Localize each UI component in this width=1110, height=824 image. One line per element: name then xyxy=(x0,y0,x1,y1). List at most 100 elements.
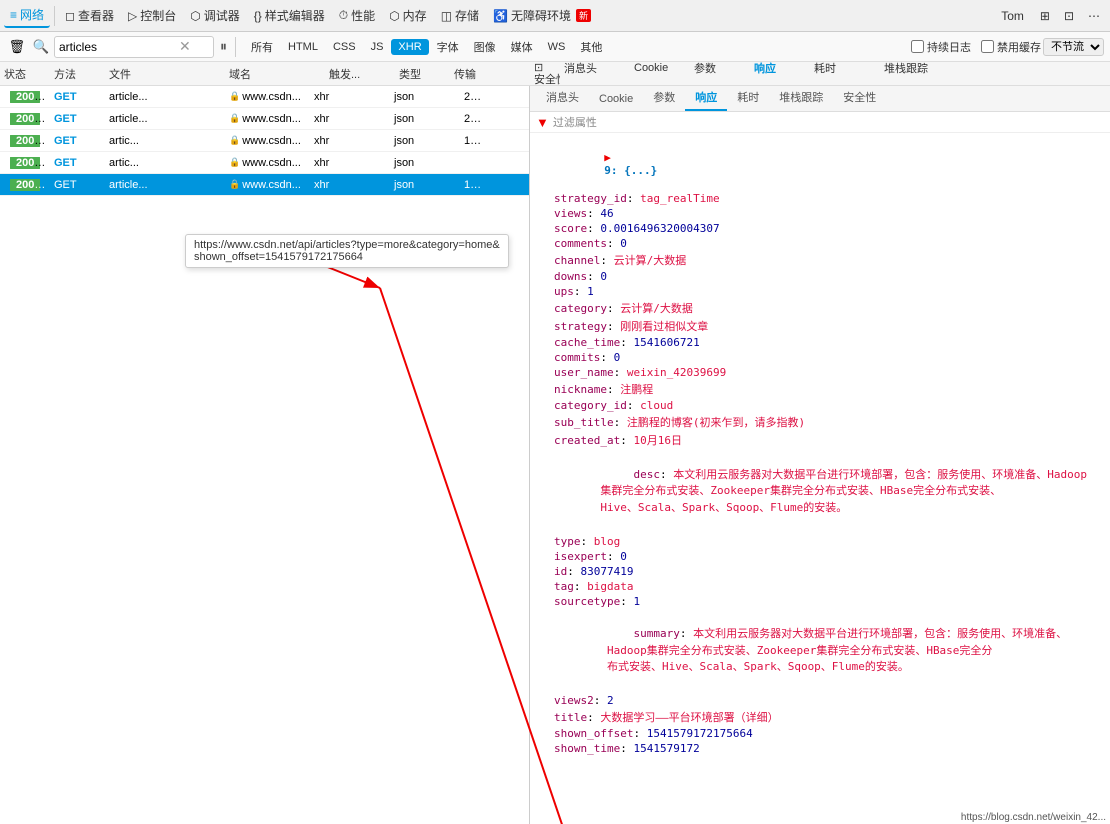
filter-font[interactable]: 字体 xyxy=(430,37,466,57)
json-field-created_at: created_at: 10月16日 xyxy=(554,431,1102,449)
filter-ws[interactable]: WS xyxy=(541,39,573,55)
dock-button[interactable]: ⊞ xyxy=(1034,6,1056,26)
network-row[interactable]: 200 GET article... 🔒www.csdn... xhr json… xyxy=(0,86,529,108)
url-tooltip: https://www.csdn.net/api/articles?type=m… xyxy=(185,234,509,268)
more-button[interactable]: ⋯ xyxy=(1082,6,1106,26)
tab-console[interactable]: ▷ 控制台 xyxy=(122,4,182,27)
split-button[interactable]: ⊡ xyxy=(1058,6,1080,26)
search-filter-button[interactable]: 🔍 xyxy=(30,36,52,58)
tab-accessibility[interactable]: ♿ 无障碍环境 新 xyxy=(487,4,597,27)
col-type[interactable]: 类型 xyxy=(395,66,450,82)
clear-search-icon[interactable]: ✕ xyxy=(179,38,191,55)
col-msgheader[interactable]: 消息头 xyxy=(560,60,630,76)
network-row-selected[interactable]: 200 GET article... 🔒www.csdn... xhr json… xyxy=(0,174,529,196)
json-field-strategy_id: strategy_id: tag_realTime xyxy=(554,191,1102,206)
json-field-desc: desc: 本文利用云服务器对大数据平台进行环境部署，包含：服务使用、环境准备、… xyxy=(554,449,1102,534)
filter-all[interactable]: 所有 xyxy=(244,37,280,57)
pause-button[interactable]: ⏸ xyxy=(216,38,231,55)
row-status: 200 xyxy=(0,113,50,125)
debugger-icon: ⬡ xyxy=(190,9,200,23)
row-trigger: xhr xyxy=(310,113,390,125)
filter-css[interactable]: CSS xyxy=(326,39,363,55)
col-status[interactable]: 状态 xyxy=(0,66,50,82)
tab-style-editor[interactable]: {} 样式编辑器 xyxy=(248,4,331,27)
tab-storage[interactable]: ◫ 存储 xyxy=(435,4,485,27)
filter-xhr[interactable]: XHR xyxy=(391,39,428,55)
filter-html[interactable]: HTML xyxy=(281,39,325,55)
tab-security[interactable]: 安全性 xyxy=(833,86,886,111)
disable-cache-checkbox[interactable] xyxy=(981,40,994,53)
tab-accessibility-label: 无障碍环境 xyxy=(511,7,571,24)
row-method: GET xyxy=(50,113,105,125)
col-params[interactable]: 参数 xyxy=(690,60,750,76)
col-trigger[interactable]: 触发... xyxy=(325,66,395,82)
col-stack[interactable]: 堆栈跟踪 xyxy=(880,60,945,76)
row-file: artic... xyxy=(105,135,225,147)
user-label: Tom xyxy=(993,9,1032,23)
json-field-score: score: 0.0016496320004307 xyxy=(554,221,1102,236)
arrow-icon: ▶ xyxy=(604,151,611,164)
filter-js[interactable]: JS xyxy=(364,39,391,55)
network-row[interactable]: 200 GET artic... 🔒www.csdn... xhr json xyxy=(0,152,529,174)
tab-response[interactable]: 响应 xyxy=(685,86,727,111)
filter-other[interactable]: 其他 xyxy=(573,37,609,57)
response-panel: 消息头 Cookie 参数 响应 耗时 堆栈跟踪 安全性 ▼ 过滤属性 ▶ 9:… xyxy=(530,86,1110,824)
tab-stack[interactable]: 堆栈跟踪 xyxy=(769,86,833,111)
json-field-sub_title: sub_title: 注鹏程的博客(初来乍到，请多指教) xyxy=(554,413,1102,431)
row-type: json xyxy=(390,179,460,191)
filter-media[interactable]: 媒体 xyxy=(504,37,540,57)
response-content: ▶ 9: {...} strategy_id: tag_realTime vie… xyxy=(530,133,1110,760)
json-root[interactable]: ▶ 9: {...} xyxy=(538,137,1102,191)
row-size: 10.64 KB xyxy=(460,135,490,147)
col-cookie[interactable]: Cookie xyxy=(630,62,690,74)
json-field-category: category: 云计算/大数据 xyxy=(554,299,1102,317)
col-security[interactable]: 安全性 xyxy=(530,71,560,87)
row-file: article... xyxy=(105,113,225,125)
row-file: article... xyxy=(105,91,225,103)
tab-style-editor-label: 样式编辑器 xyxy=(265,7,325,24)
tab-performance[interactable]: ⏱ 性能 xyxy=(333,4,381,27)
network-row[interactable]: 200 GET article... 🔒www.csdn... xhr json… xyxy=(0,108,529,130)
persist-log-label[interactable]: 持续日志 xyxy=(911,39,971,55)
response-tabs: 消息头 Cookie 参数 响应 耗时 堆栈跟踪 安全性 xyxy=(530,86,1110,112)
json-field-views: views: 46 xyxy=(554,206,1102,221)
json-field-views2: views2: 2 xyxy=(554,693,1102,708)
tab-debugger[interactable]: ⬡ 调试器 xyxy=(184,4,246,27)
row-method: GET xyxy=(50,91,105,103)
col-method[interactable]: 方法 xyxy=(50,66,105,82)
json-field-category_id: category_id: cloud xyxy=(554,398,1102,413)
tab-cookie[interactable]: Cookie xyxy=(589,89,643,111)
disable-cache-label[interactable]: 禁用缓存 xyxy=(981,39,1041,55)
row-domain: 🔒www.csdn... xyxy=(225,157,310,169)
throttle-select[interactable]: 不节流 H... xyxy=(1043,38,1104,56)
row-type: json xyxy=(390,91,460,103)
row-method: GET xyxy=(50,157,105,169)
json-field-user_name: user_name: weixin_42039699 xyxy=(554,365,1102,380)
tab-inspector[interactable]: ◻ 查看器 xyxy=(59,4,120,27)
tab-network[interactable]: ≡ 网络 xyxy=(4,3,50,28)
row-method: GET xyxy=(50,135,105,147)
filter-image[interactable]: 图像 xyxy=(467,37,503,57)
tab-performance-label: 性能 xyxy=(351,7,375,24)
separator xyxy=(54,6,55,26)
col-file[interactable]: 文件 xyxy=(105,66,225,82)
tab-timing[interactable]: 耗时 xyxy=(727,86,769,111)
tab-msgheader[interactable]: 消息头 xyxy=(536,86,589,111)
row-size: 22.77 KB xyxy=(460,113,490,125)
row-file: artic... xyxy=(105,157,225,169)
col-timing[interactable]: 耗时 xyxy=(810,60,880,76)
tab-params[interactable]: 参数 xyxy=(643,86,685,111)
persist-log-checkbox[interactable] xyxy=(911,40,924,53)
tooltip-line1: https://www.csdn.net/api/articles?type=m… xyxy=(194,239,500,251)
network-row[interactable]: 200 GET artic... 🔒www.csdn... xhr json 1… xyxy=(0,130,529,152)
col-transfer[interactable]: 传输 xyxy=(450,66,520,82)
tab-network-label: 网络 xyxy=(20,6,44,23)
filter-properties-bar: ▼ 过滤属性 xyxy=(530,112,1110,133)
storage-icon: ◫ xyxy=(441,9,452,23)
search-input[interactable] xyxy=(59,40,179,54)
devtools-body: 200 GET article... 🔒www.csdn... xhr json… xyxy=(0,86,1110,824)
tab-memory[interactable]: ⬡ 内存 xyxy=(383,4,433,27)
col-response[interactable]: 响应 xyxy=(750,60,810,76)
clear-requests-button[interactable]: 🗑 xyxy=(6,36,28,58)
col-domain[interactable]: 域名 xyxy=(225,66,325,82)
